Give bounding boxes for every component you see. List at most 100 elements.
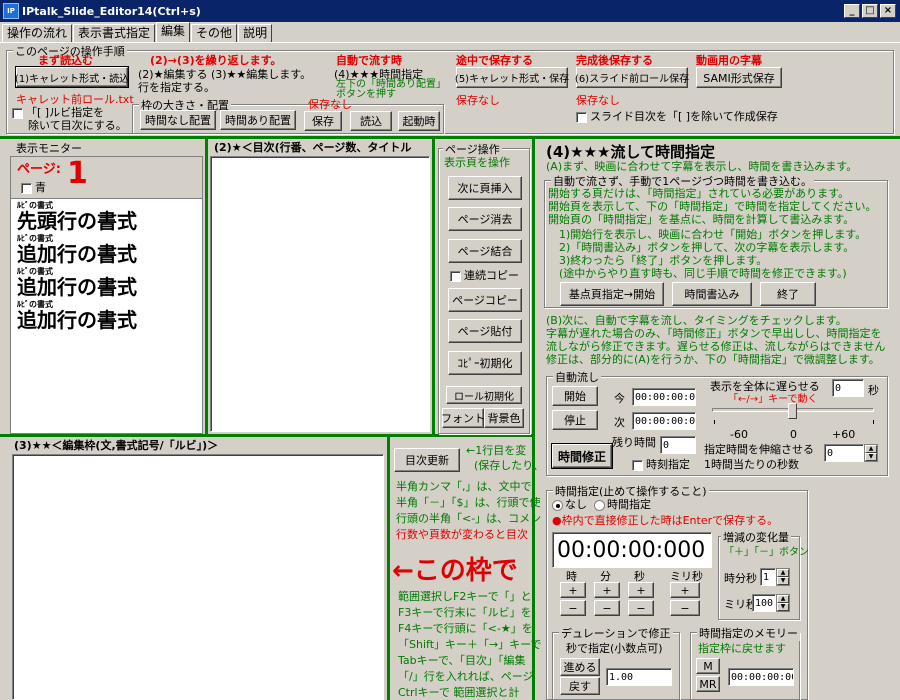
b-line: (B)次に、自動で字幕を流し、タイミングをチェックします。: [546, 314, 847, 327]
mid-save-heading: 途中で保存する: [456, 54, 533, 67]
ms-step-spinner[interactable]: ▲ ▼: [776, 594, 790, 612]
ms-step-field[interactable]: 100: [752, 594, 776, 612]
caret-save-button[interactable]: (5)キャレット形式・保存: [455, 67, 569, 88]
hms-step-spinner[interactable]: ▲ ▼: [776, 568, 790, 586]
minute-plus-button[interactable]: +: [594, 582, 620, 598]
stretch-label2: 1時間当たりの秒数: [704, 458, 799, 471]
title-bar: IP IPtalk_Slide_Editor14(Ctrl+s) _ □ ×: [0, 0, 900, 22]
close-button[interactable]: ×: [880, 4, 896, 18]
hms-step-field[interactable]: 1: [760, 568, 776, 586]
tab-other[interactable]: その他: [191, 24, 238, 42]
tab-flow[interactable]: 操作の流れ: [2, 24, 73, 42]
radio-none[interactable]: なし: [552, 498, 587, 511]
step23-text: (2)★編集する (3)★★編集します。: [138, 68, 312, 81]
advance-button[interactable]: 進める: [560, 658, 600, 676]
next-time-field[interactable]: 00:00:00:000: [632, 412, 696, 430]
ms-minus-button[interactable]: −: [670, 600, 700, 616]
memory-time-field[interactable]: 00:00:00:000: [728, 668, 794, 686]
frame-divider: [532, 139, 535, 700]
startup-button[interactable]: 起動時: [398, 111, 440, 131]
manual-line: 2)「時間書込み」ボタンを押して、次の字幕を表示します。: [548, 241, 855, 254]
copy-reset-button[interactable]: ｺﾋﾟｰ初期化: [448, 351, 522, 375]
tab-edit[interactable]: 編集: [156, 22, 191, 42]
toc-textarea[interactable]: [210, 156, 430, 432]
help-line: Tabキーで、「目次」「編集: [398, 654, 526, 667]
manual-line: 3)終わったら「終了」ボタンを押します。: [548, 254, 768, 267]
duration-title: デュレーションで修正: [559, 625, 673, 641]
manual-line: 開始する頁だけは、「時間指定」されている必要があります。: [548, 187, 850, 200]
time-fix-button[interactable]: 時間修正: [551, 443, 613, 469]
help-line: 行頭の半角「<-」は、コメン: [396, 512, 542, 525]
frame-save-button[interactable]: 保存: [304, 111, 342, 131]
ruby-toc-checkbox[interactable]: 「[ ]ルビ指定を: [12, 106, 104, 119]
write-time-button[interactable]: 時間書込み: [672, 282, 752, 306]
start-button[interactable]: 開始: [552, 386, 598, 406]
monitor-panel: ページ: 1 青 ﾙﾋﾞの書式 先頭行の書式 ﾙﾋﾞの書式 追加行の書式 ﾙﾋﾞの書…: [10, 156, 203, 434]
memory-store-button[interactable]: M: [696, 658, 720, 674]
stretch-field[interactable]: 0: [824, 444, 864, 462]
time-spec-label: 時刻指定: [646, 458, 690, 471]
slider-ticks: [714, 420, 874, 424]
help-line: (保存したり、: [474, 459, 544, 472]
memory-sub: 指定枠に戻せます: [698, 642, 786, 655]
step23-heading: (2)→(3)を繰り返します。: [150, 54, 282, 67]
radio-time-spec-label: 時間指定: [607, 498, 651, 511]
maximize-button[interactable]: □: [862, 4, 878, 18]
sami-save-button[interactable]: SAMI形式保存: [696, 67, 782, 88]
rewind-button[interactable]: 戻す: [560, 677, 600, 695]
font-button[interactable]: フォント: [441, 408, 485, 428]
next-label: 次: [614, 416, 625, 429]
big-time-field[interactable]: 00:00:00:000: [552, 532, 712, 568]
page-ops-title: ページ操作: [443, 141, 502, 157]
second-minus-button[interactable]: −: [628, 600, 654, 616]
now-time-field[interactable]: 00:00:00:000: [632, 388, 696, 406]
time-spec-checkbox[interactable]: 時刻指定: [632, 458, 690, 471]
ms-plus-button[interactable]: +: [670, 582, 700, 598]
delay-slider-thumb[interactable]: [788, 403, 797, 419]
radio-time-spec[interactable]: 時間指定: [594, 498, 651, 511]
tab-help[interactable]: 説明: [238, 24, 273, 42]
update-toc-button[interactable]: 目次更新: [394, 448, 460, 472]
hour-minus-button[interactable]: −: [560, 600, 586, 616]
no-time-layout-button[interactable]: 時間なし配置: [140, 110, 216, 130]
frame-load-button[interactable]: 読込: [350, 111, 392, 131]
monitor-lines: ﾙﾋﾞの書式 先頭行の書式 ﾙﾋﾞの書式 追加行の書式 ﾙﾋﾞの書式 追加行の書式 ﾙ…: [11, 199, 202, 333]
paste-page-button[interactable]: ページ貼付: [448, 319, 522, 343]
blue-checkbox[interactable]: 青: [21, 181, 46, 194]
slide-preroll-save-button[interactable]: (6)スライド前ロール保存: [575, 67, 689, 88]
copy-page-button[interactable]: ページコピー: [448, 288, 522, 312]
stop-button[interactable]: 停止: [552, 410, 598, 430]
edit-textarea[interactable]: [12, 454, 384, 700]
second-plus-button[interactable]: +: [628, 582, 654, 598]
time-layout-button[interactable]: 時間あり配置: [220, 110, 296, 130]
enter-note: ●枠内で直接修正した時はEnterで保存する。: [552, 514, 779, 527]
mid-save-note: 保存なし: [456, 94, 500, 107]
frame-divider: [205, 139, 208, 436]
bg-color-button[interactable]: 背景色: [484, 408, 524, 428]
roll-reset-button[interactable]: ロール初期化: [446, 386, 522, 404]
minimize-button[interactable]: _: [844, 4, 860, 18]
slide-toc-checkbox[interactable]: スライド目次を「[ ]を除いて作成保存: [576, 110, 778, 123]
merge-page-button[interactable]: ページ結合: [448, 239, 522, 263]
hour-plus-button[interactable]: +: [560, 582, 586, 598]
help-line: 半角「－」「$」は、行頭で使: [396, 496, 541, 509]
remain-field[interactable]: 0: [660, 436, 696, 454]
base-page-start-button[interactable]: 基点頁指定→開始: [560, 282, 664, 306]
format-line: 追加行の書式: [17, 242, 137, 266]
end-button[interactable]: 終了: [760, 282, 816, 306]
duration-field[interactable]: 1.00: [606, 668, 672, 686]
delete-page-button[interactable]: ページ消去: [448, 207, 522, 231]
caret-load-button[interactable]: (1)キャレット形式・読込: [15, 66, 129, 88]
step23-text2: 行を指定する。: [138, 81, 215, 94]
page-label: ページ:: [17, 162, 61, 177]
continuous-copy-checkbox[interactable]: 連続コピー: [450, 269, 519, 282]
minute-minus-button[interactable]: −: [594, 600, 620, 616]
tab-format[interactable]: 表示書式指定: [73, 24, 156, 42]
edit-title: (3)★★＜編集枠(文,書式記号/「ルビ」)＞: [14, 439, 219, 452]
memory-recall-button[interactable]: MR: [696, 676, 720, 692]
insert-page-button[interactable]: 次に頁挿入: [448, 176, 522, 200]
delay-field[interactable]: 0: [832, 379, 864, 397]
manual-line: (途中からやり直す時も、同じ手順で時間を修正できます。): [548, 267, 847, 280]
stretch-spinner[interactable]: ▲ ▼: [864, 444, 878, 462]
help-line: 範囲選択しF2キーで「」と: [398, 590, 532, 603]
